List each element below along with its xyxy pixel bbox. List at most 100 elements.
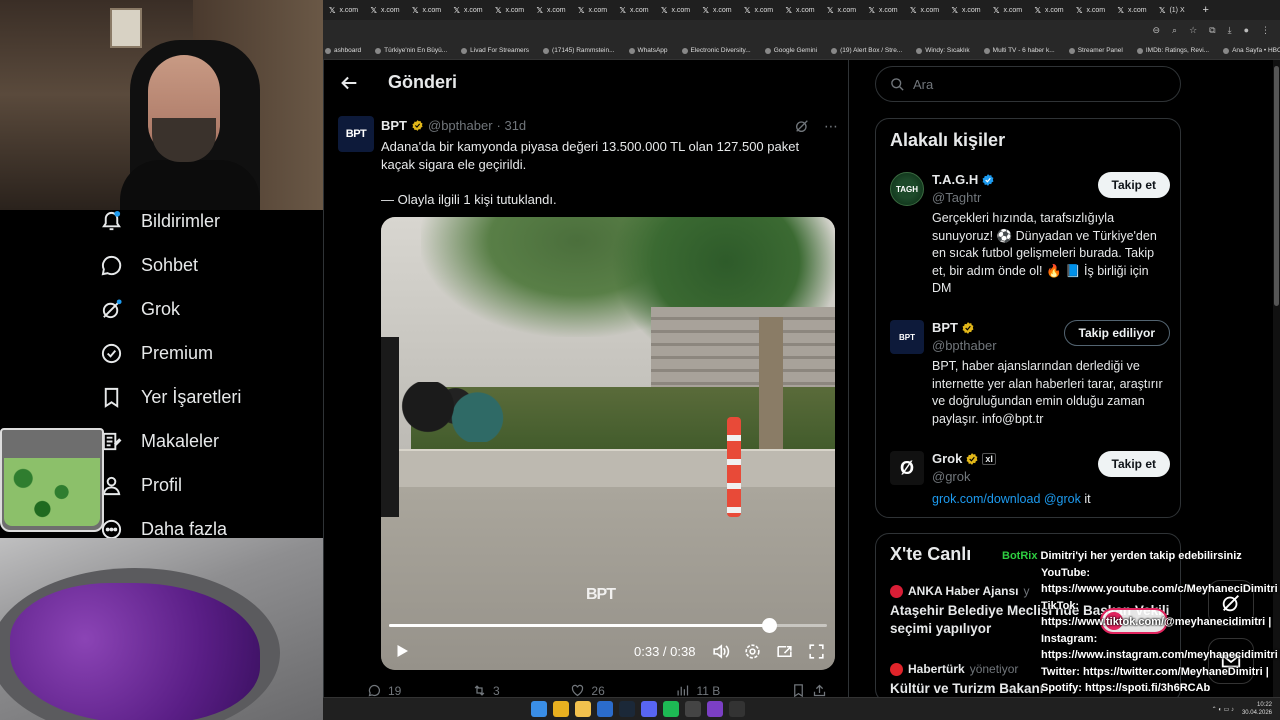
post-time[interactable]: · 31d: [497, 118, 527, 133]
bookmark-item[interactable]: Google Gemini: [764, 47, 817, 54]
avatar[interactable]: TAGH: [890, 172, 924, 206]
obs-icon[interactable]: [707, 701, 723, 717]
bookmark-item[interactable]: Streamer Panel: [1068, 47, 1123, 54]
menu-icon[interactable]: ⋮: [1261, 25, 1270, 36]
browser-tab[interactable]: 𝕏x.com: [821, 0, 863, 20]
play-icon[interactable]: [393, 642, 411, 660]
discord-icon[interactable]: [641, 701, 657, 717]
bookmark-item[interactable]: (19) Alert Box / Stre...: [831, 47, 902, 54]
repost-button[interactable]: 3: [472, 683, 500, 698]
app-icon[interactable]: [729, 701, 745, 717]
extensions-icon[interactable]: ⧉: [1209, 25, 1215, 36]
browser-tab[interactable]: 𝕏x.com: [489, 0, 531, 20]
browser-tab[interactable]: 𝕏x.com: [406, 0, 448, 20]
start-icon[interactable]: [531, 701, 547, 717]
browser-tab[interactable]: 𝕏x.com: [1029, 0, 1071, 20]
nav-notifications[interactable]: Bildirimler: [100, 204, 220, 238]
spotify-icon[interactable]: [663, 701, 679, 717]
browser-tab[interactable]: 𝕏x.com: [780, 0, 822, 20]
bio-link[interactable]: grok.com/download @grok: [932, 492, 1081, 506]
browser-tab[interactable]: 𝕏x.com: [697, 0, 739, 20]
follow-button[interactable]: Takip et: [1097, 172, 1170, 198]
view-count: 11 B: [696, 683, 721, 698]
nav-profile[interactable]: Profil: [100, 468, 182, 502]
nav-bookmarks[interactable]: Yer İşaretleri: [100, 380, 241, 414]
chrome-icon[interactable]: [553, 701, 569, 717]
browser-tab[interactable]: 𝕏x.com: [323, 0, 365, 20]
nav-chat[interactable]: Sohbet: [100, 248, 198, 282]
zoom-icon[interactable]: ⊖: [1152, 25, 1160, 36]
browser-tab[interactable]: 𝕏x.com: [1112, 0, 1154, 20]
person-name[interactable]: T.A.G.H: [932, 172, 995, 187]
person-bio: Gerçekleri hızında, tarafsızlığıyla sunu…: [932, 211, 1157, 295]
person-handle[interactable]: @Taghtr: [932, 190, 981, 205]
bookmark-item[interactable]: WhatsApp: [628, 47, 668, 54]
bookmark-item[interactable]: Windy: Sıcaklık: [916, 47, 970, 54]
browser-tab[interactable]: 𝕏x.com: [987, 0, 1029, 20]
browser-tab[interactable]: 𝕏x.com: [531, 0, 573, 20]
more-options-icon[interactable]: ⋯: [824, 118, 838, 135]
fullscreen-icon[interactable]: [807, 642, 826, 661]
browser-tab[interactable]: 𝕏x.com: [365, 0, 407, 20]
avatar[interactable]: Ø: [890, 451, 924, 485]
person-name[interactable]: BPT: [932, 320, 975, 335]
profile-icon[interactable]: ●: [1244, 25, 1249, 36]
bookmark-item[interactable]: Electronic Diversity...: [681, 47, 751, 54]
reply-button[interactable]: 19: [367, 683, 401, 698]
browser-tab[interactable]: 𝕏 (1) X: [1153, 0, 1195, 20]
folder-icon[interactable]: [575, 701, 591, 717]
bookmark-item[interactable]: Türkiye'nin En Büyü...: [375, 47, 447, 54]
share-icon[interactable]: [812, 683, 827, 698]
person-handle[interactable]: @bpthaber: [932, 338, 997, 353]
app-icon[interactable]: [597, 701, 613, 717]
follow-button[interactable]: Takip et: [1097, 451, 1170, 477]
app-icon[interactable]: [685, 701, 701, 717]
tray-icons[interactable]: ⌃ ◐ ▭ ♪: [1212, 706, 1234, 713]
video-player[interactable]: BPT 0:33 / 0:38: [381, 217, 835, 670]
picture-in-picture-icon[interactable]: [775, 642, 794, 661]
nav-premium[interactable]: Premium: [100, 336, 213, 370]
author-handle[interactable]: @bpthaber: [428, 118, 493, 133]
person-name[interactable]: Grok xI: [932, 451, 996, 466]
tab-label: x.com: [837, 6, 857, 14]
avatar[interactable]: BPT: [338, 116, 374, 152]
bookmark-item[interactable]: Multi TV - 6 haber k...: [983, 47, 1055, 54]
author-name[interactable]: BPT: [381, 118, 407, 133]
favicon-icon: [461, 47, 468, 54]
bookmark-item[interactable]: Livad For Streamers: [461, 47, 529, 54]
browser-tab[interactable]: 𝕏x.com: [614, 0, 656, 20]
download-icon[interactable]: ⤓: [1228, 25, 1232, 36]
person-handle[interactable]: @grok: [932, 469, 971, 484]
bookmark-item[interactable]: (17145) Rammstein...: [543, 47, 615, 54]
browser-tab[interactable]: 𝕏x.com: [946, 0, 988, 20]
settings-icon[interactable]: [743, 642, 762, 661]
search-icon[interactable]: ⌕: [1172, 25, 1177, 36]
back-arrow-icon[interactable]: [338, 72, 360, 94]
bookmark-icon[interactable]: [791, 683, 806, 698]
browser-tab[interactable]: 𝕏x.com: [738, 0, 780, 20]
person-bio: BPT, haber ajanslarından derlediği ve in…: [932, 359, 1163, 426]
browser-tab[interactable]: 𝕏x.com: [655, 0, 697, 20]
avatar[interactable]: BPT: [890, 320, 924, 354]
volume-icon[interactable]: [711, 642, 730, 661]
bookmark-item[interactable]: IMDb: Ratings, Revi...: [1136, 47, 1209, 54]
grok-icon[interactable]: [794, 118, 810, 134]
browser-tab[interactable]: 𝕏x.com: [448, 0, 490, 20]
bookmark-item[interactable]: ashboard: [325, 47, 361, 54]
new-tab-button[interactable]: +: [1195, 4, 1217, 16]
star-icon[interactable]: ☆: [1189, 25, 1197, 36]
views-button[interactable]: 11 B: [675, 683, 720, 698]
favicon-icon: [831, 47, 838, 54]
following-button[interactable]: Takip ediliyor: [1063, 320, 1170, 346]
bookmark-item[interactable]: Ana Sayfa • HBO Max: [1223, 47, 1280, 54]
video-progress-bar[interactable]: [389, 618, 827, 633]
nav-articles[interactable]: Makaleler: [100, 424, 219, 458]
browser-tab[interactable]: 𝕏x.com: [1070, 0, 1112, 20]
browser-tab[interactable]: 𝕏x.com: [863, 0, 905, 20]
browser-tab[interactable]: 𝕏x.com: [572, 0, 614, 20]
nav-grok[interactable]: Grok: [100, 292, 180, 326]
browser-tab[interactable]: 𝕏x.com: [904, 0, 946, 20]
search-input[interactable]: Ara: [875, 66, 1181, 102]
steam-icon[interactable]: [619, 701, 635, 717]
like-button[interactable]: 26: [570, 683, 605, 698]
